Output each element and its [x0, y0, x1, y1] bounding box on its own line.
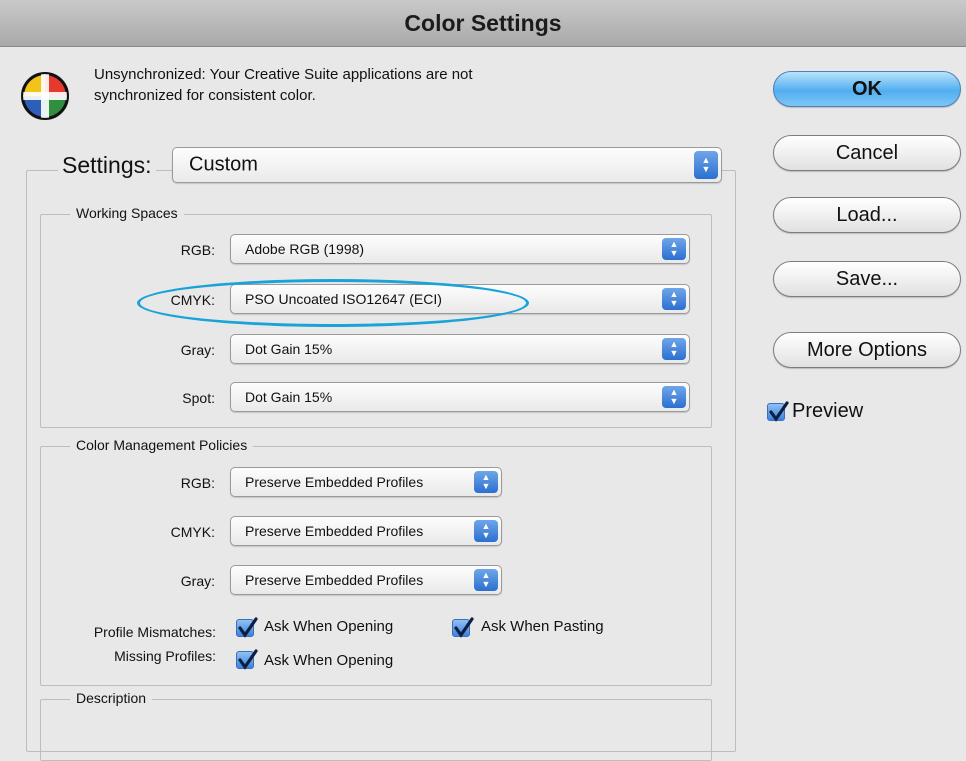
updown-arrows-icon: ▲ ▼ [474, 471, 498, 493]
updown-arrows-icon: ▲ ▼ [662, 338, 686, 360]
preview-checkbox[interactable] [767, 401, 789, 422]
ws-rgb-value: Adobe RGB (1998) [245, 241, 365, 257]
checkmark-icon [769, 401, 789, 422]
mismatch-pasting-label: Ask When Pasting [481, 618, 604, 635]
missing-opening-label: Ask When Opening [264, 652, 394, 669]
color-wheel-icon [21, 72, 69, 120]
settings-select[interactable]: Custom ▲ ▼ [172, 147, 722, 183]
description-group [40, 699, 712, 761]
load-button[interactable]: Load... [773, 197, 961, 233]
policy-gray-label: Gray: [180, 573, 215, 589]
cmyk-highlight-ellipse [137, 279, 529, 327]
settings-select-value: Custom [189, 153, 258, 176]
updown-arrows-icon: ▲ ▼ [474, 569, 498, 591]
policy-cmyk-label: CMYK: [170, 524, 215, 540]
ws-rgb-label: RGB: [180, 242, 215, 258]
ok-button[interactable]: OK [773, 71, 961, 107]
ws-gray-label: Gray: [180, 342, 215, 358]
policy-rgb-label: RGB: [180, 475, 215, 491]
ws-gray-select[interactable]: Dot Gain 15% ▲ ▼ [230, 334, 690, 364]
policy-cmyk-select[interactable]: Preserve Embedded Profiles ▲ ▼ [230, 516, 502, 546]
updown-arrows-icon: ▲ ▼ [474, 520, 498, 542]
mismatch-opening-checkbox[interactable] [236, 617, 258, 638]
policy-rgb-select[interactable]: Preserve Embedded Profiles ▲ ▼ [230, 467, 502, 497]
profile-mismatches-label: Profile Mismatches: [93, 624, 216, 640]
checkmark-icon [238, 649, 258, 670]
ws-spot-label: Spot: [182, 390, 215, 406]
policy-rgb-value: Preserve Embedded Profiles [245, 474, 424, 490]
updown-arrows-icon: ▲ ▼ [694, 151, 718, 179]
policy-gray-value: Preserve Embedded Profiles [245, 572, 424, 588]
ws-rgb-select[interactable]: Adobe RGB (1998) ▲ ▼ [230, 234, 690, 264]
missing-opening-checkbox[interactable] [236, 649, 258, 670]
checkmark-icon [454, 617, 474, 638]
ws-spot-value: Dot Gain 15% [245, 389, 333, 405]
save-button[interactable]: Save... [773, 261, 961, 297]
mismatch-pasting-checkbox[interactable] [452, 617, 474, 638]
title-bar: Color Settings [0, 0, 966, 47]
sync-status-line1: Unsynchronized: Your Creative Suite appl… [94, 66, 473, 83]
sync-status-line2: synchronized for consistent color. [94, 87, 316, 104]
updown-arrows-icon: ▲ ▼ [662, 386, 686, 408]
cancel-button[interactable]: Cancel [773, 135, 961, 171]
description-title: Description [70, 690, 153, 706]
mismatch-opening-label: Ask When Opening [264, 618, 394, 635]
working-spaces-title: Working Spaces [70, 205, 184, 221]
preview-label: Preview [792, 400, 864, 422]
policies-title: Color Management Policies [70, 437, 254, 453]
policy-cmyk-value: Preserve Embedded Profiles [245, 523, 424, 539]
policy-gray-select[interactable]: Preserve Embedded Profiles ▲ ▼ [230, 565, 502, 595]
more-options-button[interactable]: More Options [773, 332, 961, 368]
ws-spot-select[interactable]: Dot Gain 15% ▲ ▼ [230, 382, 690, 412]
ws-gray-value: Dot Gain 15% [245, 341, 333, 357]
missing-profiles-label: Missing Profiles: [114, 648, 216, 664]
updown-arrows-icon: ▲ ▼ [662, 288, 686, 310]
sync-status-text: Unsynchronized: Your Creative Suite appl… [94, 64, 614, 106]
window-title: Color Settings [404, 10, 562, 36]
checkmark-icon [238, 617, 258, 638]
updown-arrows-icon: ▲ ▼ [662, 238, 686, 260]
settings-label: Settings: [58, 152, 156, 179]
